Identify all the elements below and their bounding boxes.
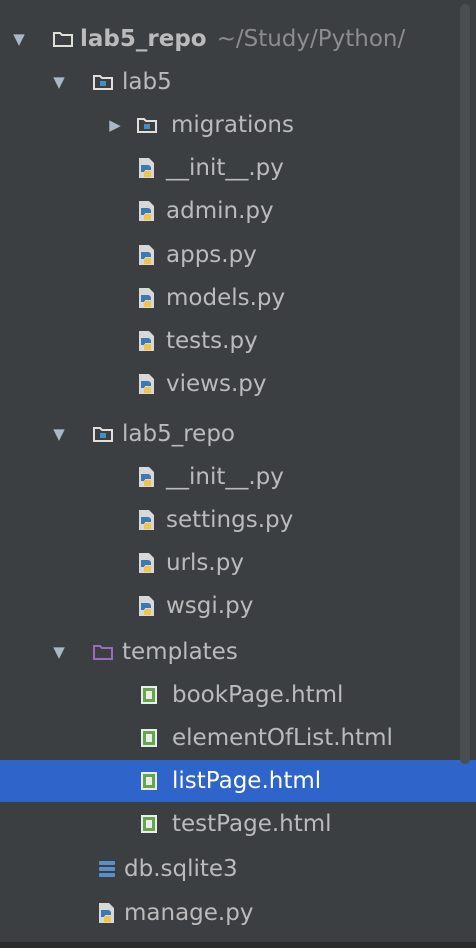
tree-node-root[interactable]: ▼ lab5_repo ~/Study/Python/ bbox=[0, 18, 476, 60]
file-label: models.py bbox=[166, 285, 286, 311]
file-init-lab5[interactable]: __init__.py bbox=[0, 147, 476, 189]
file-admin[interactable]: admin.py bbox=[0, 190, 476, 232]
file-label: elementOfList.html bbox=[172, 725, 393, 751]
tree-node-lab5[interactable]: ▼ lab5 bbox=[0, 61, 476, 103]
python-file-icon bbox=[99, 903, 114, 923]
folder-icon bbox=[53, 32, 73, 47]
file-wsgi[interactable]: wsgi.py bbox=[0, 585, 476, 627]
file-label: views.py bbox=[166, 371, 267, 397]
vertical-scrollbar[interactable] bbox=[460, 4, 470, 764]
database-icon bbox=[99, 861, 115, 877]
tree-node-label: templates bbox=[122, 639, 238, 665]
file-db[interactable]: db.sqlite3 bbox=[0, 848, 476, 890]
package-folder-icon bbox=[93, 75, 113, 90]
file-label: wsgi.py bbox=[166, 593, 254, 619]
tree-node-migrations[interactable]: ▶ migrations bbox=[0, 104, 476, 146]
python-file-icon bbox=[139, 158, 154, 178]
file-models[interactable]: models.py bbox=[0, 277, 476, 319]
file-urls[interactable]: urls.py bbox=[0, 542, 476, 584]
file-label: tests.py bbox=[166, 328, 258, 354]
file-label: admin.py bbox=[166, 198, 274, 224]
file-label: db.sqlite3 bbox=[124, 856, 238, 882]
file-apps[interactable]: apps.py bbox=[0, 234, 476, 276]
expand-arrow-icon[interactable]: ▼ bbox=[12, 30, 26, 48]
tree-node-label: lab5_repo bbox=[122, 421, 235, 447]
tree-node-templates[interactable]: ▼ templates bbox=[0, 631, 476, 673]
file-manage[interactable]: manage.py bbox=[0, 892, 476, 934]
file-label: bookPage.html bbox=[172, 682, 344, 708]
file-label: settings.py bbox=[166, 507, 294, 533]
file-tests[interactable]: tests.py bbox=[0, 320, 476, 362]
file-testpage[interactable]: testPage.html bbox=[0, 803, 476, 845]
file-init-lab5-repo[interactable]: __init__.py bbox=[0, 456, 476, 498]
project-tree: ▼ lab5_repo ~/Study/Python/ ▼ lab5 ▶ migr… bbox=[0, 0, 476, 948]
html-file-icon bbox=[141, 815, 157, 833]
expand-arrow-icon[interactable]: ▼ bbox=[52, 643, 66, 661]
python-file-icon bbox=[139, 331, 154, 351]
bottom-divider bbox=[0, 942, 476, 948]
template-folder-icon bbox=[93, 645, 113, 660]
package-folder-icon bbox=[93, 427, 113, 442]
python-file-icon bbox=[139, 596, 154, 616]
python-file-icon bbox=[139, 553, 154, 573]
file-label: testPage.html bbox=[172, 811, 332, 837]
expand-arrow-icon[interactable]: ▼ bbox=[52, 73, 66, 91]
project-path: ~/Study/Python/ bbox=[216, 26, 406, 52]
tree-node-lab5-repo[interactable]: ▼ lab5_repo bbox=[0, 413, 476, 455]
file-views[interactable]: views.py bbox=[0, 363, 476, 405]
file-listpage[interactable]: listPage.html bbox=[0, 760, 476, 802]
html-file-icon bbox=[141, 686, 157, 704]
tree-node-label: migrations bbox=[171, 112, 294, 138]
package-folder-icon bbox=[137, 118, 157, 133]
python-file-icon bbox=[139, 467, 154, 487]
python-file-icon bbox=[139, 288, 154, 308]
file-label: urls.py bbox=[166, 550, 244, 576]
file-label: __init__.py bbox=[166, 155, 284, 181]
file-bookpage[interactable]: bookPage.html bbox=[0, 674, 476, 716]
python-file-icon bbox=[139, 510, 154, 530]
expand-arrow-icon[interactable]: ▼ bbox=[52, 425, 66, 443]
file-label: apps.py bbox=[166, 242, 257, 268]
tree-node-label: lab5_repo ~/Study/Python/ bbox=[80, 26, 406, 52]
file-label: listPage.html bbox=[172, 768, 322, 794]
html-file-icon bbox=[141, 772, 157, 790]
python-file-icon bbox=[139, 201, 154, 221]
file-elementoflist[interactable]: elementOfList.html bbox=[0, 717, 476, 759]
html-file-icon bbox=[141, 729, 157, 747]
file-label: manage.py bbox=[124, 900, 254, 926]
collapse-arrow-icon[interactable]: ▶ bbox=[108, 116, 122, 134]
python-file-icon bbox=[139, 374, 154, 394]
file-settings[interactable]: settings.py bbox=[0, 499, 476, 541]
file-label: __init__.py bbox=[166, 464, 284, 490]
tree-node-label: lab5 bbox=[122, 69, 172, 95]
python-file-icon bbox=[139, 245, 154, 265]
